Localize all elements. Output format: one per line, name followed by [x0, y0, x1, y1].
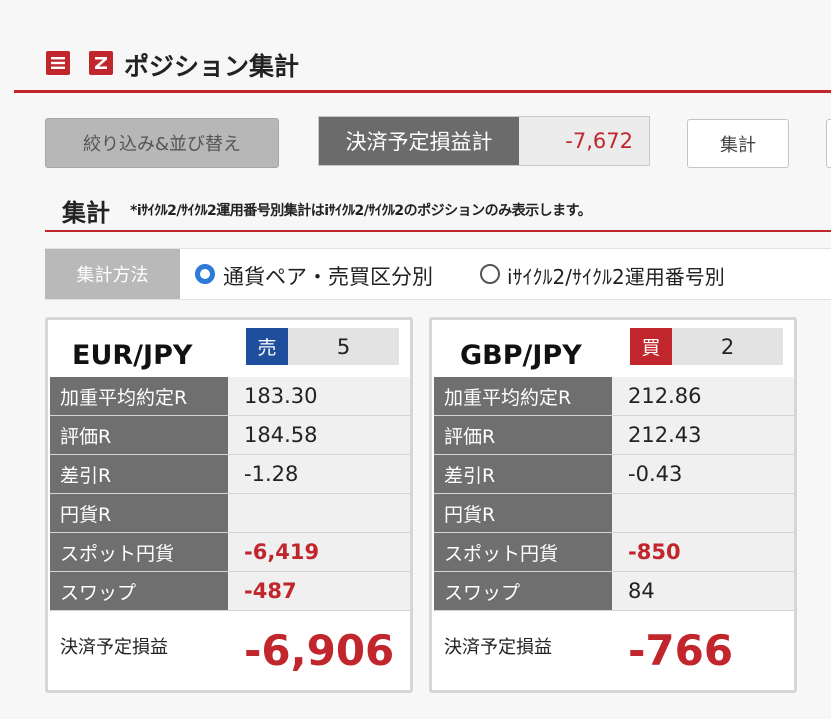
- sell-badge: 売: [246, 328, 288, 365]
- detail-table: 加重平均約定R 212.86 評価R 212.43 差引R -0.43 円貨R スポッ…: [434, 377, 794, 611]
- row-label: 評価R: [434, 416, 612, 454]
- row-label: 差引R: [50, 455, 228, 493]
- table-row: 差引R -0.43: [434, 455, 794, 494]
- filter-sort-button[interactable]: 絞り込み&並び替え: [45, 118, 279, 168]
- table-row: スワップ 84: [434, 572, 794, 611]
- total-pl-value: -766: [628, 626, 734, 675]
- side-quantity: 売 5: [246, 328, 399, 365]
- currency-pair: GBP/JPY: [460, 340, 582, 371]
- row-label: 加重平均約定R: [50, 377, 228, 415]
- aggregation-method-label: 集計方法: [45, 249, 180, 299]
- row-label: 評価R: [50, 416, 228, 454]
- position-quantity: 5: [336, 334, 351, 359]
- radio-by-cycle-number[interactable]: [480, 264, 500, 284]
- aggregation-method-bar: 集計方法 通貨ペア・売買区分別 iｻｲｸﾙ2/ｻｲｸﾙ2運用番号別: [45, 248, 831, 300]
- table-row: 円貨R: [434, 494, 794, 533]
- table-row: 円貨R: [50, 494, 410, 533]
- menu-icon[interactable]: [46, 51, 70, 75]
- row-label: 円貨R: [434, 494, 612, 532]
- row-label: スポット円貨: [50, 533, 228, 571]
- section-divider: [45, 230, 831, 232]
- row-value: 84: [612, 572, 794, 610]
- currency-pair: EUR/JPY: [72, 340, 193, 371]
- total-pl-value: -6,906: [244, 626, 395, 675]
- radio-by-pair-side[interactable]: [195, 264, 215, 284]
- row-value: -487: [228, 572, 410, 610]
- table-row: 加重平均約定R 212.86: [434, 377, 794, 416]
- table-row: スポット円貨 -6,419: [50, 533, 410, 572]
- row-value: -6,419: [228, 533, 410, 571]
- total-pl-label: 決済予定損益: [60, 637, 168, 658]
- row-label: スポット円貨: [434, 533, 612, 571]
- section-note: *iｻｲｸﾙ2/ｻｲｸﾙ2運用番号別集計はiｻｲｸﾙ2/ｻｲｸﾙ2のポジションの…: [130, 203, 592, 219]
- page-header: ポジション集計: [0, 0, 831, 93]
- table-row: 加重平均約定R 183.30: [50, 377, 410, 416]
- table-row: 差引R -1.28: [50, 455, 410, 494]
- aggregate-button[interactable]: 集計: [687, 119, 789, 168]
- total-pl-label: 決済予定損益: [444, 637, 552, 658]
- option-by-cycle-number-label[interactable]: iｻｲｸﾙ2/ｻｲｸﾙ2運用番号別: [507, 261, 725, 290]
- position-card-gbpjpy[interactable]: GBP/JPY 買 2 加重平均約定R 212.86 評価R 212.43 差引R -…: [429, 317, 797, 693]
- table-row: 評価R 212.43: [434, 416, 794, 455]
- row-label: 差引R: [434, 455, 612, 493]
- row-value: -0.43: [612, 455, 794, 493]
- detail-table: 加重平均約定R 183.30 評価R 184.58 差引R -1.28 円貨R スポッ…: [50, 377, 410, 611]
- option-by-pair-side-label[interactable]: 通貨ペア・売買区分別: [223, 261, 433, 291]
- row-label: 円貨R: [50, 494, 228, 532]
- side-quantity: 買 2: [630, 328, 783, 365]
- table-row: スワップ -487: [50, 572, 410, 611]
- row-value: 212.86: [612, 377, 794, 415]
- row-value: -1.28: [228, 455, 410, 493]
- header-divider: [14, 90, 831, 93]
- row-label: 加重平均約定R: [434, 377, 612, 415]
- row-value: 183.30: [228, 377, 410, 415]
- position-quantity: 2: [720, 334, 735, 359]
- row-value: [228, 494, 410, 532]
- row-value: [612, 494, 794, 532]
- row-label: スワップ: [434, 572, 612, 610]
- z-logo-icon: [89, 51, 113, 75]
- page-title: ポジション集計: [124, 52, 300, 81]
- row-value: 184.58: [228, 416, 410, 454]
- row-value: -850: [612, 533, 794, 571]
- table-row: スポット円貨 -850: [434, 533, 794, 572]
- table-row: 評価R 184.58: [50, 416, 410, 455]
- buy-badge: 買: [630, 328, 672, 365]
- total-pl-label: 決済予定損益計: [319, 117, 519, 165]
- position-card-eurjpy[interactable]: EUR/JPY 売 5 加重平均約定R 183.30 評価R 184.58 差引R -…: [45, 317, 413, 693]
- total-pl-value: -7,672: [565, 129, 633, 153]
- row-value: 212.43: [612, 416, 794, 454]
- next-button-partial[interactable]: [826, 119, 831, 168]
- row-label: スワップ: [50, 572, 228, 610]
- section-title: 集計: [62, 199, 110, 227]
- total-pl-display: 決済予定損益計 -7,672: [318, 116, 650, 166]
